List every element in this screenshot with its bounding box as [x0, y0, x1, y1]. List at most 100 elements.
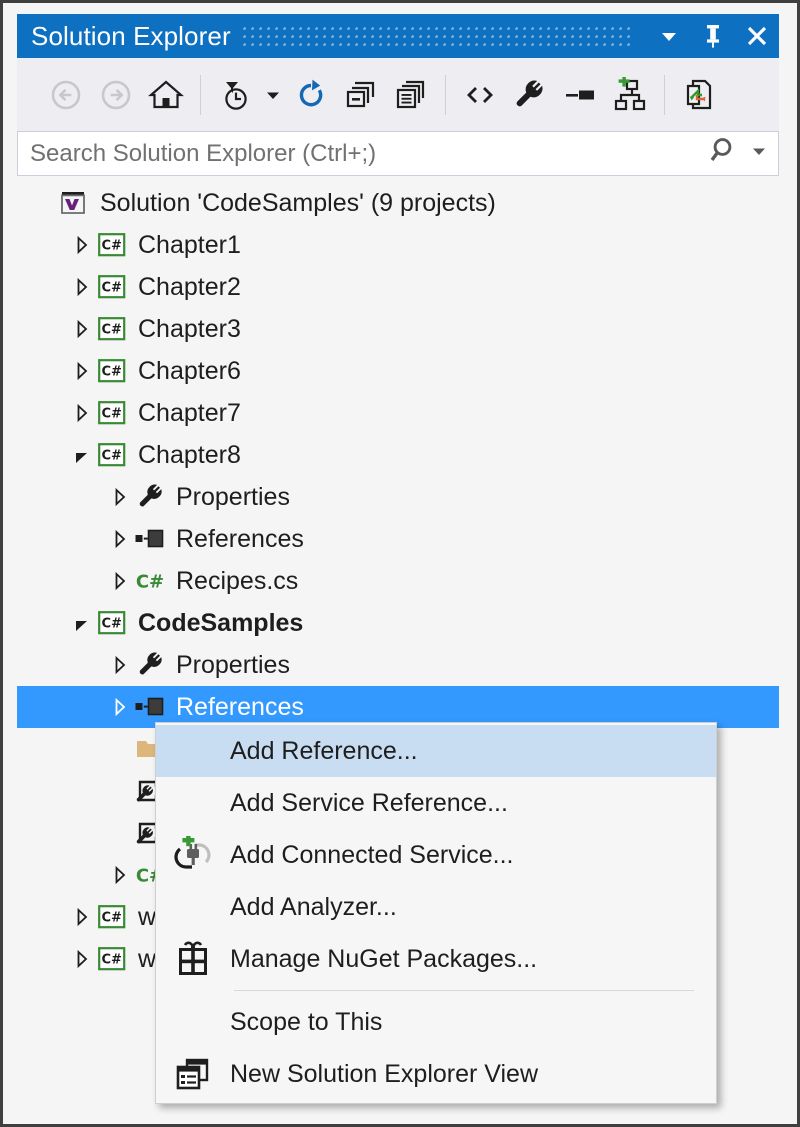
tree-row[interactable]: C# Chapter2	[17, 266, 779, 308]
csharp-project-icon: C#	[95, 608, 129, 638]
forward-button[interactable]	[91, 70, 141, 120]
nuget-package-icon	[156, 941, 230, 977]
expander-collapsed-icon[interactable]	[69, 358, 95, 384]
context-menu-item[interactable]: Add Analyzer...	[156, 881, 716, 933]
tree-row[interactable]: C# Chapter7	[17, 392, 779, 434]
tree-row-label: References	[176, 524, 304, 553]
view-code-button[interactable]	[455, 70, 505, 120]
csharp-project-icon: C#	[95, 272, 129, 302]
csharp-project-icon: C#	[95, 230, 129, 260]
csharp-file-icon: C#	[133, 566, 167, 596]
show-all-files-button[interactable]	[386, 70, 436, 120]
csharp-project-icon: C#	[95, 314, 129, 344]
tree-row[interactable]: C# Chapter6	[17, 350, 779, 392]
tree-row-label: Recipes.cs	[176, 566, 299, 595]
collapse-all-button[interactable]	[336, 70, 386, 120]
titlebar-drag-handle[interactable]	[242, 25, 635, 47]
context-menu[interactable]: Add Reference... Add Service Reference...…	[155, 722, 717, 1104]
context-menu-item-label: Add Reference...	[230, 736, 418, 765]
tree-row-label: Properties	[176, 650, 290, 679]
filter-dropdown-button[interactable]	[260, 70, 286, 120]
expander-collapsed-icon[interactable]	[69, 400, 95, 426]
back-button[interactable]	[41, 70, 91, 120]
context-menu-item[interactable]: Add Reference...	[156, 725, 716, 777]
wrench-icon	[133, 650, 167, 680]
tree-row-label: Chapter7	[138, 398, 241, 427]
context-menu-item[interactable]: New Solution Explorer View	[156, 1048, 716, 1100]
pending-changes-filter-button[interactable]	[210, 70, 260, 120]
page-title: Solution Explorer	[31, 20, 231, 51]
expander-collapsed-icon[interactable]	[107, 862, 133, 888]
tree-row[interactable]: C# CodeSamples	[17, 602, 779, 644]
tree-row-label: w	[138, 902, 157, 931]
tree-row-label: Chapter3	[138, 314, 241, 343]
preview-selected-items-button[interactable]	[555, 70, 605, 120]
solution-explorer-window: Solution Explorer Search Solution Explor…	[0, 0, 800, 1127]
svg-text:C#: C#	[101, 323, 122, 338]
close-button[interactable]	[735, 14, 779, 58]
sync-with-active-document-button[interactable]	[674, 70, 724, 120]
refresh-icon	[293, 77, 329, 113]
svg-text:C#: C#	[101, 911, 122, 926]
svg-text:C#: C#	[101, 365, 122, 380]
context-menu-item[interactable]: Add Service Reference...	[156, 777, 716, 829]
expander-collapsed-icon[interactable]	[69, 904, 95, 930]
expander-collapsed-icon[interactable]	[107, 568, 133, 594]
expander-collapsed-icon[interactable]	[107, 526, 133, 552]
csharp-project-icon: C#	[95, 440, 129, 470]
home-icon	[148, 77, 184, 113]
magnifier-icon[interactable]	[708, 134, 742, 173]
pin-button[interactable]	[691, 14, 735, 58]
svg-text:C#: C#	[101, 281, 122, 296]
csharp-project-icon: C#	[95, 356, 129, 386]
close-icon	[744, 23, 770, 49]
tree-row[interactable]: C# Recipes.cs	[17, 560, 779, 602]
pin-icon	[701, 23, 725, 49]
context-menu-item[interactable]: Scope to This	[156, 996, 716, 1048]
expander-collapsed-icon[interactable]	[107, 694, 133, 720]
tree-row-label: CodeSamples	[138, 608, 304, 637]
window-dropdown-button[interactable]	[647, 14, 691, 58]
tree-row[interactable]: References	[17, 518, 779, 560]
search-dropdown-icon[interactable]	[750, 142, 768, 165]
wrench-icon	[512, 77, 548, 113]
back-icon	[48, 77, 84, 113]
expander-expanded-icon[interactable]	[69, 610, 95, 636]
context-menu-item-label: Add Service Reference...	[230, 788, 508, 817]
class-view-button[interactable]	[605, 70, 655, 120]
context-menu-item[interactable]: Add Connected Service...	[156, 829, 716, 881]
search-bar[interactable]	[17, 131, 779, 176]
view-code-icon	[462, 77, 498, 113]
home-button[interactable]	[141, 70, 191, 120]
class-view-icon	[612, 76, 648, 113]
connected-service-icon	[156, 836, 230, 874]
tree-row[interactable]: Properties	[17, 644, 779, 686]
context-menu-item[interactable]: Manage NuGet Packages...	[156, 933, 716, 985]
svg-text:C#: C#	[136, 572, 164, 593]
tree-row[interactable]: C# Chapter8	[17, 434, 779, 476]
toolbar-separator	[445, 74, 446, 115]
tree-row-label: Chapter2	[138, 272, 241, 301]
properties-button[interactable]	[505, 70, 555, 120]
expander-expanded-icon[interactable]	[69, 442, 95, 468]
expander-collapsed-icon[interactable]	[69, 946, 95, 972]
tree-row-label: References	[176, 692, 304, 721]
expander-collapsed-icon[interactable]	[107, 652, 133, 678]
expander-placeholder	[107, 778, 133, 804]
pending-changes-filter-icon	[217, 77, 253, 113]
csharp-project-icon: C#	[95, 944, 129, 974]
tree-row[interactable]: C# Chapter3	[17, 308, 779, 350]
expander-collapsed-icon[interactable]	[107, 484, 133, 510]
tree-row[interactable]: C# Chapter1	[17, 224, 779, 266]
svg-text:C#: C#	[101, 617, 122, 632]
expander-collapsed-icon[interactable]	[69, 232, 95, 258]
collapse-all-icon	[343, 77, 379, 113]
expander-collapsed-icon[interactable]	[69, 316, 95, 342]
refresh-button[interactable]	[286, 70, 336, 120]
tree-row[interactable]: Solution 'CodeSamples' (9 projects)	[17, 182, 779, 224]
expander-collapsed-icon[interactable]	[69, 274, 95, 300]
search-input[interactable]	[18, 139, 708, 168]
tree-row[interactable]: Properties	[17, 476, 779, 518]
show-all-files-icon	[393, 77, 429, 113]
tree-row-label: Properties	[176, 482, 290, 511]
